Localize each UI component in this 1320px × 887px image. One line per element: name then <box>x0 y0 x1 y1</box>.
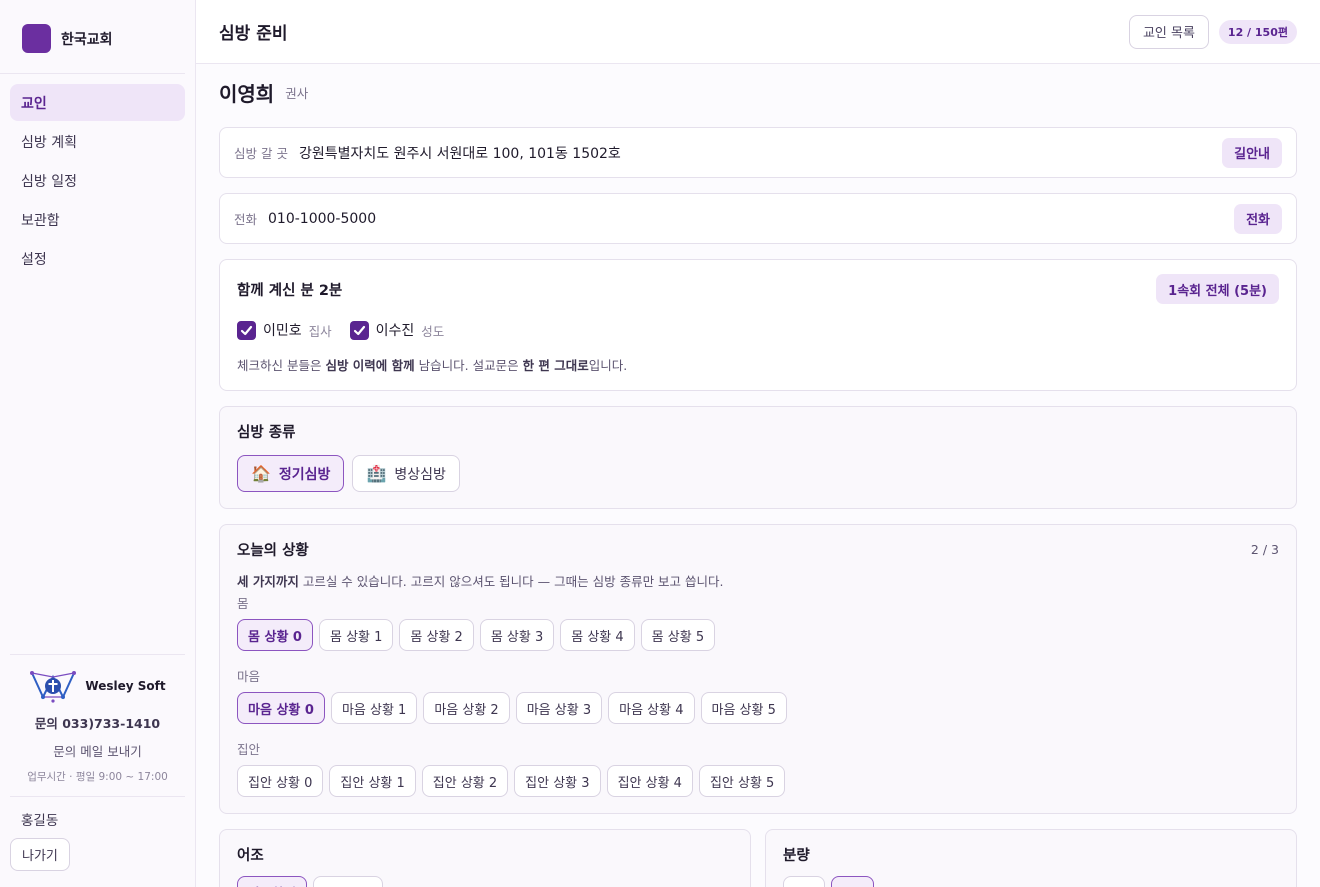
companion-item[interactable]: 이민호 집사 <box>237 320 332 340</box>
companions-card: 함께 계신 분 2분 1속회 전체 (5분) 이민호 집사 이수진 성도 체크하… <box>219 259 1297 391</box>
check-icon <box>240 325 253 335</box>
tone-card: 어조 따뜻하게 담담하게 <box>219 829 751 887</box>
support-hours: 업무시간 · 평일 9:00 ~ 17:00 <box>27 771 168 783</box>
address-card: 심방 갈 곳 강원특별자치도 원주시 서원대로 100, 101동 1502호 … <box>219 127 1297 178</box>
situation-chip[interactable]: 집안 상황 3 <box>514 765 601 797</box>
support-panel: Wesley Soft 문의 033)733-1410 문의 메일 보내기 업무… <box>10 654 185 797</box>
situation-chip[interactable]: 집안 상황 2 <box>421 765 509 797</box>
situation-group-label: 몸 <box>237 596 249 611</box>
companion-item[interactable]: 이수진 성도 <box>349 320 445 340</box>
sidebar-item-archive[interactable]: 보관함 <box>10 201 185 238</box>
house-icon: 🏠 <box>251 463 271 483</box>
sidebar-item-visit-schedule[interactable]: 심방 일정 <box>10 162 185 199</box>
sidebar: 한국교회 교인 심방 계획 심방 일정 보관함 설정 Wesley Soft 문… <box>0 0 196 887</box>
situation-chip[interactable]: 몸 상황 1 <box>318 619 394 651</box>
topbar-actions: 교인 목록 12 / 150편 <box>1128 14 1297 49</box>
companion-checkbox[interactable] <box>349 320 369 340</box>
situation-chip[interactable]: 마음 상황 2 <box>423 692 510 724</box>
main-area: 심방 준비 교인 목록 12 / 150편 이영희 권사 심방 갈 곳 강원특별… <box>196 0 1320 887</box>
situation-group-body: 몸 상황 0 몸 상황 1 몸 상황 2 몸 상황 3 몸 상황 4 몸 상황 … <box>237 619 1279 651</box>
situation-chip[interactable]: 몸 상황 2 <box>399 619 474 651</box>
user-name: 홍길동 <box>21 813 59 829</box>
topbar: 심방 준비 교인 목록 12 / 150편 <box>196 0 1320 64</box>
support-mail-link[interactable]: 문의 메일 보내기 <box>10 741 185 760</box>
select-whole-group-button[interactable]: 1속회 전체 (5분) <box>1156 274 1279 304</box>
address-value: 강원특별자치도 원주시 서원대로 100, 101동 1502호 <box>298 145 621 162</box>
situation-title: 오늘의 상황 <box>237 543 309 559</box>
companions-title: 함께 계신 분 2분 <box>237 282 343 299</box>
situation-chip[interactable]: 마음 상황 0 <box>237 692 325 724</box>
sidebar-item-members[interactable]: 교인 <box>10 84 185 121</box>
wesley-soft-logo: Wesley Soft <box>10 669 185 703</box>
visit-type-card: 심방 종류 🏠 정기심방 🏥 병상심방 <box>219 406 1297 509</box>
address-label: 심방 갈 곳 <box>234 146 288 161</box>
situation-group-label: 마음 <box>237 669 261 684</box>
situation-chip[interactable]: 집안 상황 0 <box>237 765 324 797</box>
wesley-soft-logo-icon <box>30 671 77 703</box>
situation-chip[interactable]: 몸 상황 3 <box>479 619 555 651</box>
situation-chip[interactable]: 몸 상황 0 <box>237 619 313 651</box>
situation-card: 오늘의 상황 2 / 3 세 가지까지 고르실 수 있습니다. 고르지 않으셔도… <box>219 524 1297 814</box>
sidebar-item-settings[interactable]: 설정 <box>10 240 185 277</box>
situation-chip[interactable]: 마음 상황 5 <box>700 692 787 724</box>
situation-chip[interactable]: 집안 상황 1 <box>329 765 416 797</box>
visit-type-options: 🏠 정기심방 🏥 병상심방 <box>237 455 1279 492</box>
companion-role: 집사 <box>308 323 332 339</box>
situation-group-mind: 마음 상황 0 마음 상황 1 마음 상황 2 마음 상황 3 마음 상황 4 … <box>237 692 1279 724</box>
tone-length-row: 어조 따뜻하게 담담하게 분량 3분 5분 <box>219 829 1297 887</box>
member-role: 권사 <box>285 85 309 101</box>
tone-calm-button[interactable]: 담담하게 <box>312 876 383 887</box>
situation-chip[interactable]: 집안 상황 4 <box>606 765 693 797</box>
companion-role: 성도 <box>421 323 445 339</box>
sermon-counter-badge: 12 / 150편 <box>1218 19 1297 44</box>
hospital-icon: 🏥 <box>366 463 387 483</box>
situation-group-family: 집안 상황 0 집안 상황 1 집안 상황 2 집안 상황 3 집안 상황 4 … <box>237 765 1279 797</box>
member-name: 이영희 <box>219 81 275 106</box>
visit-type-hospital-button[interactable]: 🏥 병상심방 <box>352 455 460 492</box>
visit-type-title: 심방 종류 <box>237 425 296 441</box>
company-name: Wesley Soft <box>85 679 166 693</box>
call-button[interactable]: 전화 <box>1234 203 1282 234</box>
length-3min-button[interactable]: 3분 <box>783 876 826 887</box>
situation-group-label: 집안 <box>237 742 261 757</box>
member-list-button[interactable]: 교인 목록 <box>1128 14 1209 49</box>
support-phone[interactable]: 문의 033)733-1410 <box>10 713 185 732</box>
length-options: 3분 5분 <box>783 876 1279 887</box>
situation-chip[interactable]: 집안 상황 5 <box>698 765 786 797</box>
companion-list: 이민호 집사 이수진 성도 <box>237 320 1279 340</box>
situation-hint: 세 가지까지 고르실 수 있습니다. 고르지 않으셔도 됩니다 — 그때는 심방… <box>237 574 724 589</box>
phone-label: 전화 <box>234 212 258 227</box>
situation-chip[interactable]: 몸 상황 5 <box>640 619 716 651</box>
content: 이영희 권사 심방 갈 곳 강원특별자치도 원주시 서원대로 100, 101동… <box>196 64 1320 887</box>
sidebar-item-visit-plan[interactable]: 심방 계획 <box>10 123 185 160</box>
situation-count: 2 / 3 <box>1250 542 1279 557</box>
logout-button[interactable]: 나가기 <box>10 838 70 871</box>
tone-warm-button[interactable]: 따뜻하게 <box>237 876 307 887</box>
sidebar-nav: 교인 심방 계획 심방 일정 보관함 설정 <box>0 74 195 277</box>
visit-type-regular-button[interactable]: 🏠 정기심방 <box>237 455 345 492</box>
length-card: 분량 3분 5분 <box>765 829 1297 887</box>
brand: 한국교회 <box>0 0 185 74</box>
tone-title: 어조 <box>237 848 264 864</box>
tone-options: 따뜻하게 담담하게 <box>237 876 733 887</box>
directions-button[interactable]: 길안내 <box>1222 137 1282 168</box>
user-area: 홍길동 나가기 <box>0 797 195 887</box>
length-title: 분량 <box>783 848 810 864</box>
phone-card: 전화 010-1000-5000 전화 <box>219 193 1297 244</box>
companion-checkbox[interactable] <box>237 320 256 340</box>
companions-note: 체크하신 분들은 심방 이력에 함께 남습니다. 설교문은 한 편 그대로입니다… <box>237 358 628 373</box>
situation-chip[interactable]: 몸 상황 4 <box>560 619 635 651</box>
brand-name: 한국교회 <box>61 31 113 48</box>
companion-name: 이수진 <box>375 323 415 339</box>
page-title: 심방 준비 <box>219 24 288 44</box>
situation-chip[interactable]: 마음 상황 1 <box>330 692 418 724</box>
check-icon <box>353 325 365 335</box>
phone-value: 010-1000-5000 <box>268 210 377 227</box>
church-logo-icon <box>22 24 51 53</box>
length-5min-button[interactable]: 5분 <box>831 876 875 887</box>
member-header: 이영희 권사 <box>219 72 1297 112</box>
companion-name: 이민호 <box>263 323 302 339</box>
situation-chip[interactable]: 마음 상황 4 <box>608 692 695 724</box>
situation-chip[interactable]: 마음 상황 3 <box>515 692 603 724</box>
